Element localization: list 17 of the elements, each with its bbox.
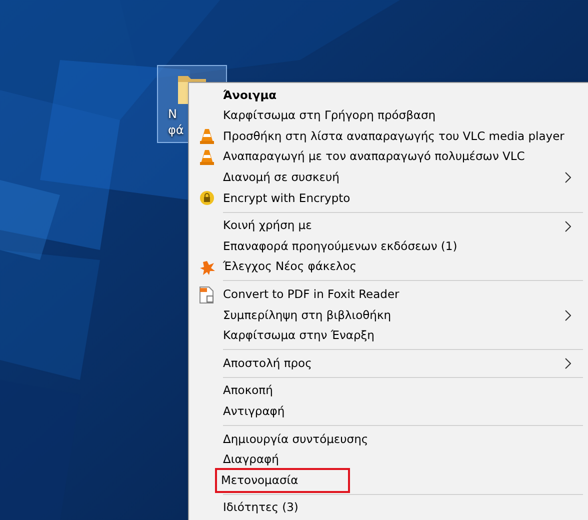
coin-icon (200, 191, 214, 206)
menu-item[interactable]: Καρφίτσωμα στην Έναρξη (217, 324, 380, 348)
cone-icon (200, 128, 214, 144)
menu-item[interactable]: Κοινή χρήση με (217, 214, 318, 238)
cone-icon (200, 149, 214, 166)
menu-item[interactable]: Διανομή σε συσκευή (217, 166, 346, 190)
menu-item[interactable]: Αποστολή προς (217, 352, 318, 376)
menu-item[interactable]: Convert to PDF in Foxit Reader (217, 283, 406, 306)
document-icon (199, 286, 215, 304)
menu-item[interactable]: Encrypt with Encrypto (217, 186, 356, 210)
menu-item[interactable]: Ιδιότητες (3) (217, 496, 304, 520)
menu-item[interactable]: Συμπερίληψη στη βιβλιοθήκη (217, 304, 398, 327)
icon-label: φά (168, 122, 184, 138)
menu-item[interactable]: Μετονομασία (215, 468, 350, 494)
icon-label: N (168, 106, 177, 122)
menu-item[interactable]: Δημιουργία συντόμευσης (217, 428, 374, 451)
splat-icon (199, 259, 215, 276)
